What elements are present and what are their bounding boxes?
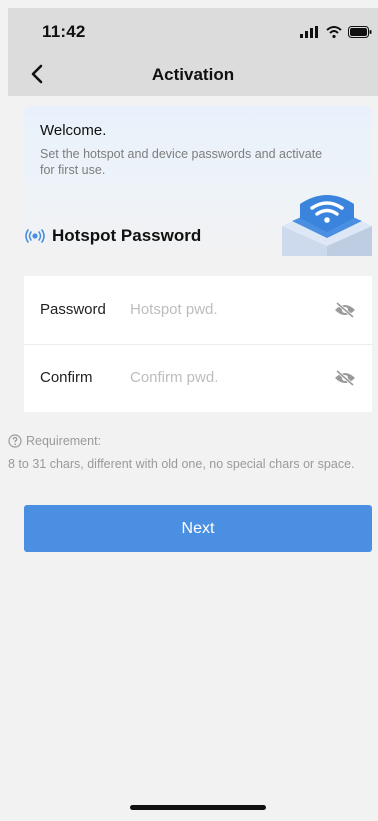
requirement-text: 8 to 31 chars, different with old one, n… [8, 457, 355, 471]
router-illustration [282, 195, 372, 256]
page-title: Activation [151, 65, 235, 84]
password-visibility-toggle[interactable] [334, 300, 356, 320]
hotspot-section-header: Hotspot Password [24, 226, 201, 246]
battery-icon [348, 25, 372, 43]
hotspot-section-title: Hotspot Password [52, 226, 202, 245]
nav-bar: Activation [8, 52, 378, 96]
password-label: Password [40, 301, 106, 318]
confirm-visibility-toggle[interactable] [334, 368, 356, 388]
signal-icon [300, 25, 320, 43]
info-circle-icon [8, 434, 22, 448]
status-bar: 11:42 [8, 8, 378, 52]
app-screen: 11:42 Activation Welcome. Set the hotspo… [8, 8, 378, 821]
eye-off-icon [335, 301, 355, 319]
status-time: 11:42 [42, 22, 86, 41]
status-icons [300, 25, 372, 43]
password-row: Password [24, 276, 372, 345]
next-button[interactable]: Next [24, 505, 372, 552]
confirm-input[interactable] [130, 366, 320, 388]
confirm-row: Confirm [24, 344, 372, 412]
requirement-title: Requirement: [26, 434, 102, 448]
wifi-icon [326, 25, 342, 43]
confirm-label: Confirm [40, 369, 93, 386]
hotspot-icon [25, 229, 45, 243]
home-indicator [130, 805, 266, 810]
eye-off-icon [335, 369, 355, 387]
welcome-title: Welcome. [40, 122, 107, 139]
requirement-header: Requirement: [8, 434, 101, 448]
password-input[interactable] [130, 298, 320, 320]
password-form: Password Confirm [24, 276, 372, 412]
